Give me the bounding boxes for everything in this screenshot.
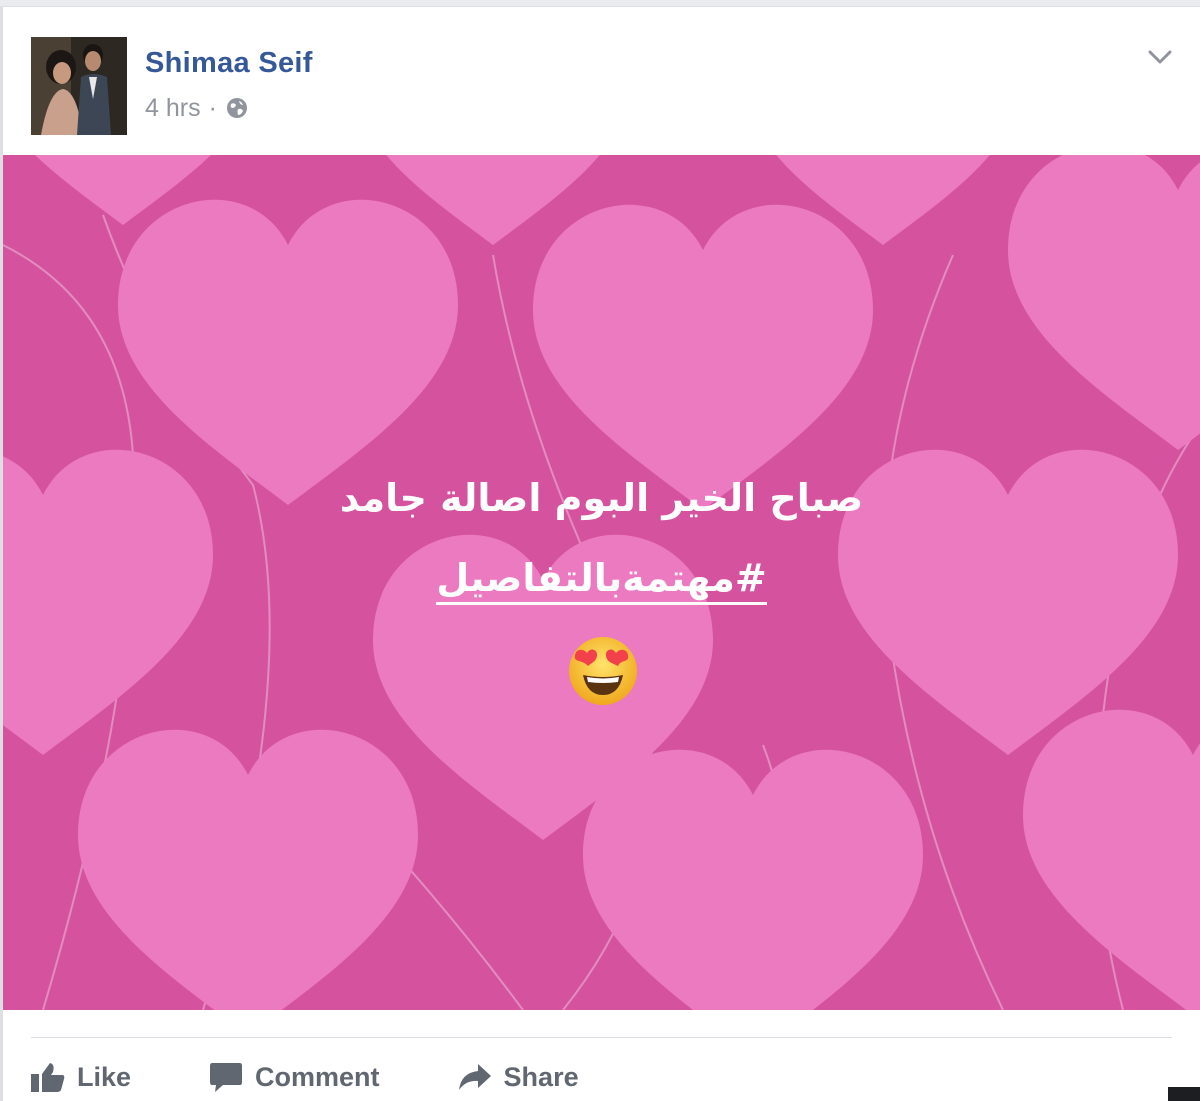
like-button[interactable]: Like: [31, 1062, 131, 1093]
post-image[interactable]: صباح الخير البوم اصالة جامد #مهتمةبالتفا…: [3, 155, 1200, 1010]
comment-label: Comment: [255, 1061, 380, 1092]
hashtag-link: #مهتمةبالتفاصيل: [3, 553, 1200, 605]
author-name[interactable]: Shimaa Seif: [145, 47, 313, 80]
status-text: صباح الخير البوم اصالة جامد: [339, 476, 864, 520]
globe-icon[interactable]: [225, 96, 249, 120]
divider: [31, 1037, 1172, 1038]
comment-icon: [210, 1063, 243, 1092]
post-timestamp[interactable]: 4 hrs: [145, 94, 201, 123]
thumbs-up-icon: [31, 1063, 65, 1092]
hashtag-text[interactable]: #مهتمةبالتفاصيل: [436, 556, 767, 605]
meta-separator: ·: [208, 93, 217, 122]
share-button[interactable]: Share: [458, 1062, 579, 1093]
post-card: Shimaa Seif 4 hrs · صباح الخير البوم اصا…: [0, 6, 1200, 1101]
action-bar: Like Comment Share: [31, 1055, 657, 1099]
share-arrow-icon: [458, 1064, 491, 1090]
like-label: Like: [77, 1061, 132, 1092]
chevron-down-icon[interactable]: [1144, 41, 1176, 73]
heart-eyes-emoji-icon: [569, 637, 637, 705]
avatar[interactable]: [31, 37, 127, 135]
post-meta: 4 hrs ·: [145, 93, 249, 123]
comment-button[interactable]: Comment: [209, 1062, 380, 1093]
share-label: Share: [503, 1061, 579, 1092]
window-corner: [1168, 1087, 1200, 1101]
